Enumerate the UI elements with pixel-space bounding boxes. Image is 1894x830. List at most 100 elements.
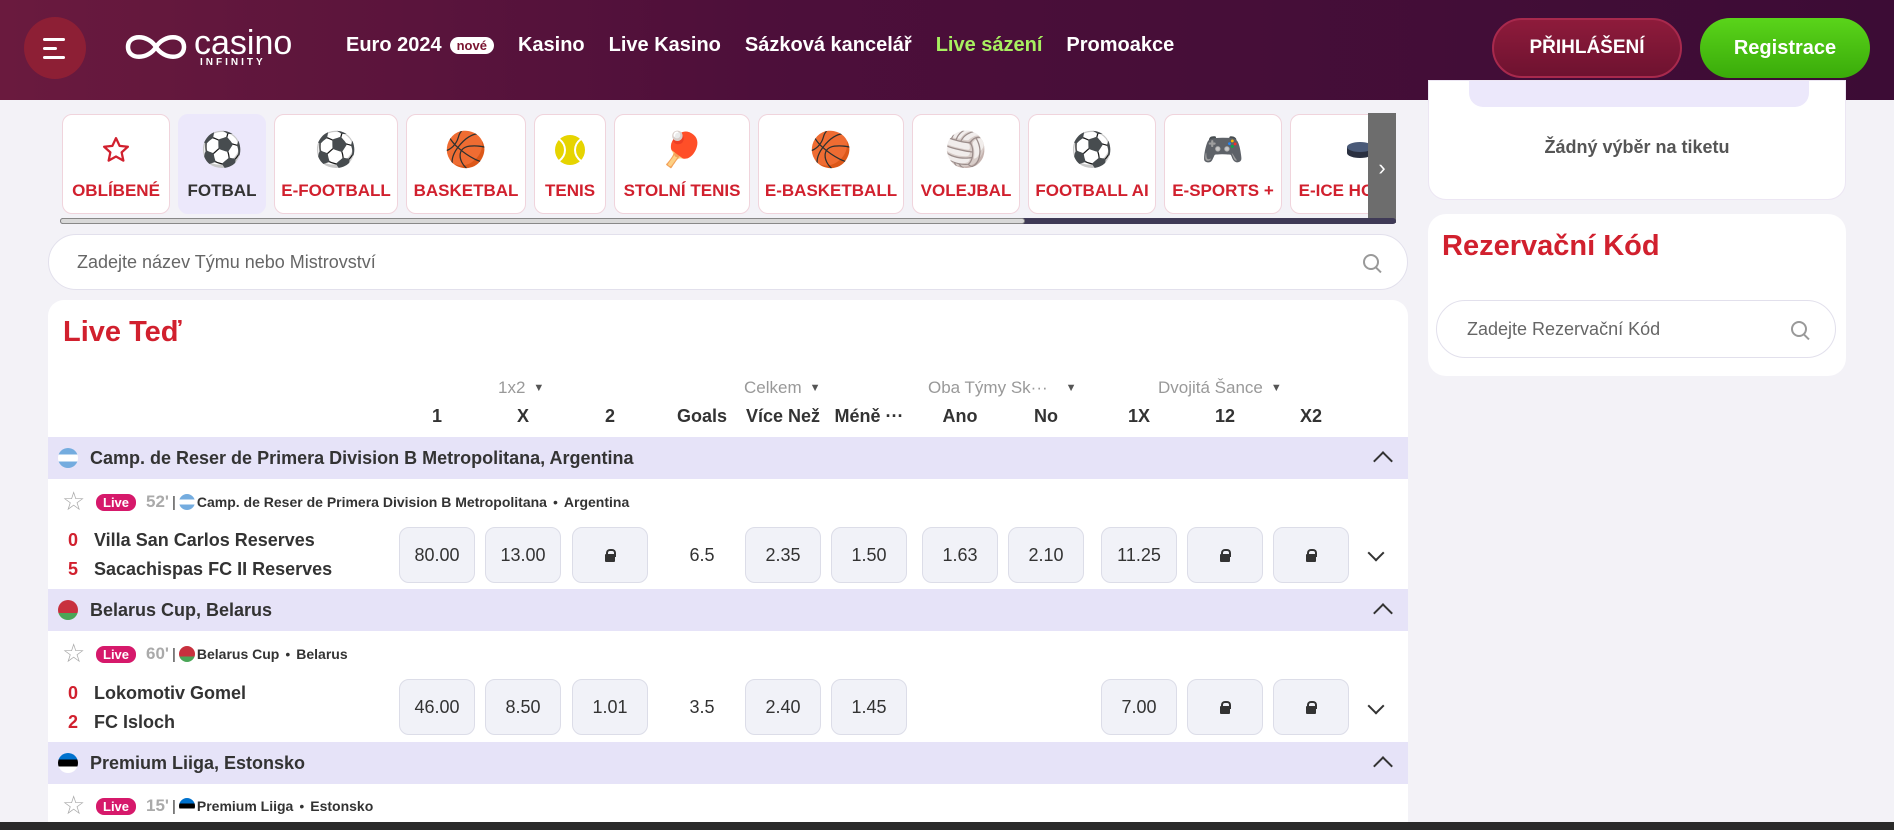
nav-live-kasino[interactable]: Live Kasino <box>609 34 721 57</box>
basketball-icon: 🏀 <box>809 131 853 169</box>
column-1: 1 <box>431 406 442 426</box>
favorite-star-icon[interactable]: ☆ <box>62 488 86 514</box>
basketball-icon: 🏀 <box>444 131 488 169</box>
market-group-1x2[interactable]: 1x2 ▼ <box>498 378 544 398</box>
odd-under[interactable]: 1.50 <box>831 527 907 583</box>
nav-kasino[interactable]: Kasino <box>518 34 585 57</box>
odd-1x[interactable]: 7.00 <box>1101 679 1177 735</box>
hamburger-menu-button[interactable] <box>24 17 86 79</box>
away-team-row[interactable]: 5 Sacachispas FC II Reserves <box>68 559 332 580</box>
market-group-dvojita-sance[interactable]: Dvojitá Šance ▼ <box>1158 378 1282 398</box>
reservation-code-input[interactable] <box>1467 318 1791 340</box>
search-icon[interactable] <box>1791 321 1807 337</box>
odd-2[interactable]: 1.01 <box>572 679 648 735</box>
caret-down-icon: ▼ <box>809 382 821 394</box>
carousel-next-button[interactable]: › <box>1368 113 1396 223</box>
match-minute: 15' <box>146 796 169 815</box>
league-row[interactable]: Premium Liiga, Estonsko <box>48 742 1408 784</box>
odd-over[interactable]: 2.35 <box>745 527 821 583</box>
divider: | <box>171 797 176 815</box>
sport-tab-tenis[interactable]: TENIS <box>534 114 606 214</box>
home-team-row[interactable]: 0 Villa San Carlos Reserves <box>68 530 315 551</box>
nav-sazkova-kancelar[interactable]: Sázková kancelář <box>745 34 912 57</box>
nav-live-sazeni[interactable]: Live sázení <box>936 34 1043 57</box>
sports-carousel: OBLÍBENÉ ⚽ FOTBAL ⚽ E-FOOTBALL 🏀 BASKETB… <box>62 114 1396 218</box>
sport-tab-e-sports[interactable]: 🎮 E-SPORTS + <box>1164 114 1282 214</box>
odd-x2-locked <box>1273 679 1349 735</box>
scrollbar-thumb[interactable] <box>60 218 1025 224</box>
home-team-name: Lokomotiv Gomel <box>94 683 247 703</box>
odd-yes[interactable]: 1.63 <box>922 527 998 583</box>
odd-1[interactable]: 80.00 <box>399 527 475 583</box>
column-x: X <box>516 406 529 426</box>
sport-tab-e-basketball[interactable]: 🏀 E-BASKETBALL <box>758 114 904 214</box>
live-badge: Live <box>96 645 137 663</box>
away-score: 5 <box>68 559 79 579</box>
league-name: Premium Liiga, Estonsko <box>90 752 306 773</box>
odd-x[interactable]: 8.50 <box>485 679 561 735</box>
sport-tab-stolni-tenis[interactable]: 🏓 STOLNÍ TENIS <box>614 114 750 214</box>
market-group-celkem[interactable]: Celkem ▼ <box>744 378 821 398</box>
team-search-input[interactable] <box>77 251 1363 273</box>
odd-1x[interactable]: 11.25 <box>1101 527 1177 583</box>
chevron-up-icon[interactable] <box>1373 756 1393 776</box>
away-team-row[interactable]: 2 FC Isloch <box>68 712 175 733</box>
home-team-row[interactable]: 0 Lokomotiv Gomel <box>68 683 246 704</box>
ticket-tab-bar[interactable] <box>1469 81 1809 107</box>
favorite-star-icon[interactable]: ☆ <box>62 640 86 666</box>
chevron-down-icon[interactable] <box>1367 544 1385 562</box>
caret-down-icon: ▼ <box>533 382 545 394</box>
sport-tab-volejbal[interactable]: 🏐 VOLEJBAL <box>912 114 1020 214</box>
group-label: 1x2 <box>498 378 526 397</box>
login-button[interactable]: PŘIHLÁŠENÍ <box>1492 18 1682 78</box>
live-badge: Live <box>96 493 137 511</box>
meta-country: Estonsko <box>310 798 374 814</box>
bottom-bar <box>0 822 1894 830</box>
register-button[interactable]: Registrace <box>1700 18 1870 78</box>
search-icon[interactable] <box>1363 254 1379 270</box>
league-row[interactable]: Camp. de Reser de Primera Division B Met… <box>48 437 1408 479</box>
odd-2-locked <box>572 527 648 583</box>
column-1x: 1X <box>1127 406 1151 426</box>
volleyball-icon: 🏐 <box>944 131 988 169</box>
chevron-right-icon: › <box>1378 155 1386 180</box>
casino-logo[interactable]: casino INFINITY <box>120 26 292 68</box>
away-team-name: FC Isloch <box>94 712 176 732</box>
argentina-flag-icon <box>178 494 195 510</box>
live-badge: Live <box>96 797 137 815</box>
menu-line <box>43 55 65 59</box>
ping-pong-icon: 🏓 <box>660 131 704 169</box>
meta-league: Belarus Cup <box>196 646 280 662</box>
live-title: Live Teď <box>63 316 182 348</box>
sport-tab-fotbal[interactable]: ⚽ FOTBAL <box>178 114 266 214</box>
sports-scrollbar[interactable] <box>60 218 1396 224</box>
sport-tab-football-ai[interactable]: ⚽ FOOTBALL AI <box>1028 114 1156 214</box>
reservation-card: Rezervační Kód <box>1428 214 1846 376</box>
caret-down-icon: ▼ <box>1065 382 1077 394</box>
meta-league: Premium Liiga <box>196 798 294 814</box>
chevron-up-icon[interactable] <box>1373 451 1393 471</box>
soccer-ball-icon: ⚽ <box>1070 131 1114 169</box>
sport-tab-basketbal[interactable]: 🏀 BASKETBAL <box>406 114 526 214</box>
column-12: 12 <box>1214 406 1236 426</box>
odd-over[interactable]: 2.40 <box>745 679 821 735</box>
argentina-flag-icon <box>58 448 78 468</box>
chevron-up-icon[interactable] <box>1373 603 1393 623</box>
logo-sub: INFINITY <box>200 57 266 68</box>
sport-tab-e-football[interactable]: ⚽ E-FOOTBALL <box>274 114 398 214</box>
sport-tab-oblibene[interactable]: OBLÍBENÉ <box>62 114 170 214</box>
league-row[interactable]: Belarus Cup, Belarus <box>48 589 1408 631</box>
odd-under[interactable]: 1.45 <box>831 679 907 735</box>
odd-no[interactable]: 2.10 <box>1008 527 1084 583</box>
nav-promoakce[interactable]: Promoakce <box>1066 34 1174 57</box>
chevron-down-icon[interactable] <box>1367 697 1385 715</box>
divider: | <box>171 493 176 511</box>
odd-1[interactable]: 46.00 <box>399 679 475 735</box>
nav-euro-2024[interactable]: Euro 2024 nové <box>346 34 494 57</box>
column-2: 2 <box>604 406 615 426</box>
odd-x[interactable]: 13.00 <box>485 527 561 583</box>
live-panel: Live Teď 1x2 ▼ Celkem ▼ Oba Týmy Sk··· ▼ Dv… <box>48 300 1408 830</box>
new-badge: nové <box>449 37 494 54</box>
market-group-oba-tymy[interactable]: Oba Týmy Sk··· ▼ <box>928 378 1077 398</box>
favorite-star-icon[interactable]: ☆ <box>62 792 86 818</box>
